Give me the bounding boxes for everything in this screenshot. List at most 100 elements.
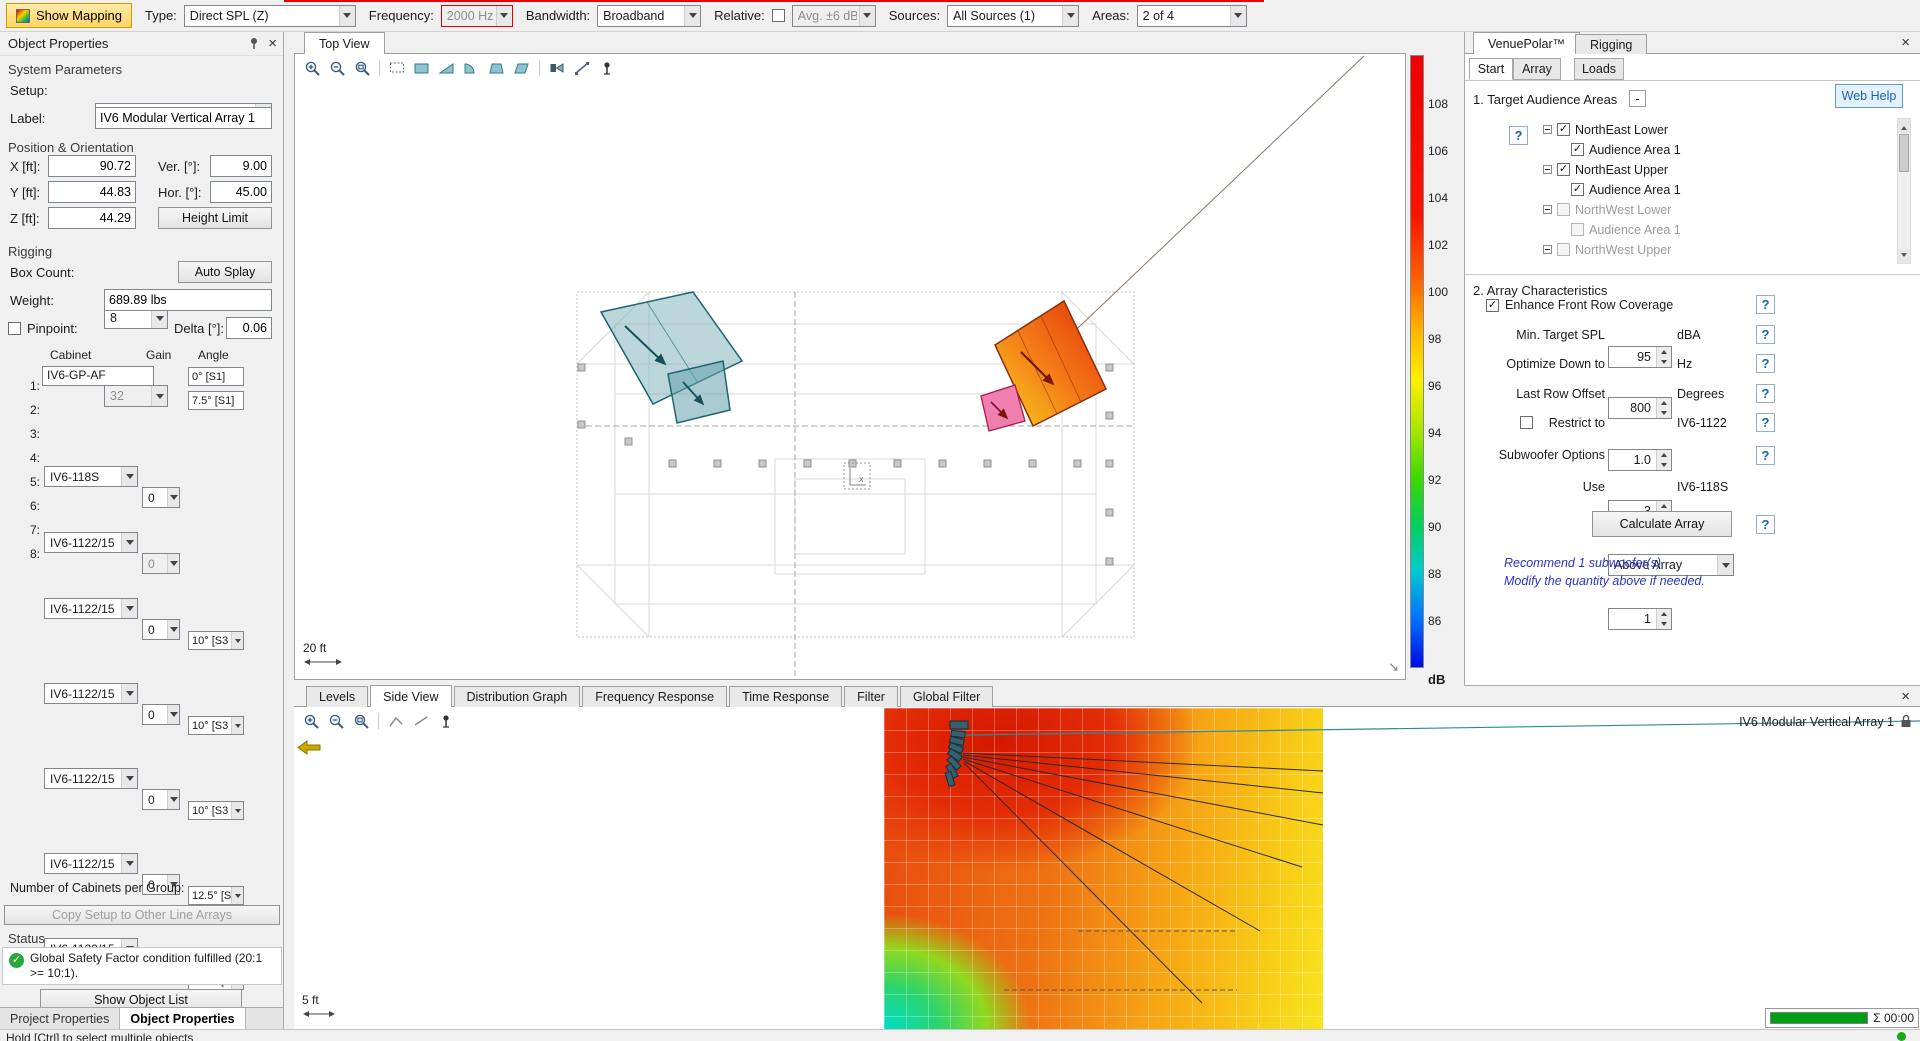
label-input[interactable]: [95, 107, 272, 129]
spin-up-icon[interactable]: [1657, 347, 1671, 357]
height-limit-button[interactable]: Height Limit: [158, 207, 272, 229]
chevron-down-icon[interactable]: [1717, 555, 1733, 575]
tab-object-properties[interactable]: Object Properties: [120, 1008, 245, 1029]
line-tool-icon[interactable]: [410, 711, 432, 731]
tab-frequency-response[interactable]: Frequency Response: [582, 686, 727, 707]
relative-checkbox[interactable]: [772, 9, 785, 22]
tree-item-northwest-upper[interactable]: NorthWest Upper: [1543, 241, 1671, 258]
tree-checkbox[interactable]: [1571, 183, 1584, 196]
frequency-combo[interactable]: 2000 Hz: [441, 5, 513, 27]
help-button[interactable]: ?: [1756, 325, 1775, 344]
hor-input[interactable]: [210, 181, 272, 203]
tab-distribution-graph[interactable]: Distribution Graph: [454, 686, 581, 707]
chevron-down-icon[interactable]: [496, 6, 512, 26]
tab-top-view[interactable]: Top View: [304, 32, 385, 54]
chevron-down-icon[interactable]: [231, 802, 243, 819]
tree-checkbox[interactable]: [1557, 203, 1570, 216]
tab-time-response[interactable]: Time Response: [729, 686, 842, 707]
copy-setup-button[interactable]: Copy Setup to Other Line Arrays: [4, 905, 280, 925]
gain-combo[interactable]: 0: [142, 619, 180, 640]
selection-rect-icon[interactable]: [386, 58, 408, 78]
chevron-down-icon[interactable]: [684, 6, 700, 26]
delta-input[interactable]: [226, 317, 272, 339]
tree-item-northeast-lower[interactable]: NorthEast Lower: [1543, 121, 1668, 138]
close-icon[interactable]: ×: [268, 36, 277, 51]
spin-down-icon[interactable]: [1657, 460, 1671, 470]
angle-combo[interactable]: 10° [S3: [188, 801, 244, 820]
add-trapezoid-area-icon[interactable]: [486, 58, 508, 78]
enhance-checkbox[interactable]: [1486, 299, 1499, 312]
cabinet-combo[interactable]: IV6-1122/15: [44, 532, 138, 553]
tree-item-northeast-upper[interactable]: NorthEast Upper: [1543, 161, 1668, 178]
chevron-down-icon[interactable]: [151, 386, 167, 406]
array-coverage-shape[interactable]: [981, 301, 1106, 431]
subtab-start[interactable]: Start: [1469, 58, 1513, 80]
angle-field[interactable]: 0° [S1]: [188, 367, 244, 386]
scrollbar-thumb[interactable]: [1899, 134, 1909, 172]
chevron-down-icon[interactable]: [121, 467, 137, 486]
collapse-button[interactable]: -: [1629, 90, 1646, 107]
scroll-up-icon[interactable]: [1898, 119, 1910, 133]
add-rect-area-icon[interactable]: [411, 58, 433, 78]
tab-project-properties[interactable]: Project Properties: [0, 1008, 120, 1029]
use-spinner[interactable]: 1: [1608, 608, 1672, 630]
tree-item-audience-area[interactable]: Audience Area 1: [1571, 221, 1681, 238]
zoom-in-icon[interactable]: [300, 711, 322, 731]
optimize-spinner[interactable]: 800: [1608, 397, 1672, 419]
tree-expander-icon[interactable]: [1543, 245, 1552, 254]
tree-item-audience-area[interactable]: Audience Area 1: [1571, 181, 1681, 198]
spin-up-icon[interactable]: [1657, 501, 1671, 511]
add-parallelogram-area-icon[interactable]: [511, 58, 533, 78]
tree-expander-icon[interactable]: [1543, 165, 1552, 174]
cabinet-frame-field[interactable]: IV6-GP-AF: [42, 366, 154, 386]
chevron-down-icon[interactable]: [167, 554, 179, 573]
tree-expander-icon[interactable]: [1543, 125, 1552, 134]
angle-combo[interactable]: 10° [S3: [188, 631, 244, 650]
min-spl-spinner[interactable]: 95: [1608, 346, 1672, 368]
zoom-in-icon[interactable]: [301, 58, 323, 78]
add-microphone-icon[interactable]: [596, 58, 618, 78]
pinpoint-checkbox[interactable]: [8, 322, 21, 335]
chevron-down-icon[interactable]: [167, 488, 179, 507]
calculate-array-button[interactable]: Calculate Array: [1592, 511, 1732, 537]
chevron-down-icon[interactable]: [121, 854, 137, 873]
z-input[interactable]: [48, 207, 136, 229]
chevron-down-icon[interactable]: [121, 769, 137, 788]
zoom-fit-icon[interactable]: [350, 711, 372, 731]
chevron-down-icon[interactable]: [121, 684, 137, 703]
tree-checkbox[interactable]: [1557, 123, 1570, 136]
line-array-cabinets[interactable]: [945, 721, 968, 787]
chevron-down-icon[interactable]: [167, 705, 179, 724]
web-help-button[interactable]: Web Help: [1835, 84, 1903, 108]
chevron-down-icon[interactable]: [1062, 6, 1078, 26]
zoom-out-icon[interactable]: [326, 58, 348, 78]
spin-down-icon[interactable]: [1657, 619, 1671, 629]
add-arc-area-icon[interactable]: [461, 58, 483, 78]
relative-combo[interactable]: Avg. ±6 dB: [792, 5, 876, 27]
sources-combo[interactable]: All Sources (1): [947, 5, 1079, 27]
tree-scrollbar[interactable]: [1897, 118, 1911, 264]
add-microphone-icon[interactable]: [435, 711, 457, 731]
gain-combo[interactable]: 0: [142, 553, 180, 574]
type-combo[interactable]: Direct SPL (Z): [184, 5, 356, 27]
spin-up-icon[interactable]: [1657, 609, 1671, 619]
chevron-down-icon[interactable]: [339, 6, 355, 26]
chevron-down-icon[interactable]: [167, 620, 179, 639]
tree-item-northwest-lower[interactable]: NorthWest Lower: [1543, 201, 1671, 218]
spin-down-icon[interactable]: [1657, 408, 1671, 418]
chevron-down-icon[interactable]: [121, 599, 137, 618]
y-input[interactable]: [48, 181, 136, 203]
tree-checkbox[interactable]: [1571, 143, 1584, 156]
tree-checkbox[interactable]: [1557, 163, 1570, 176]
tree-item-audience-area[interactable]: Audience Area 1: [1571, 141, 1681, 158]
help-button[interactable]: ?: [1756, 354, 1775, 373]
cabinet-combo[interactable]: IV6-1122/15: [44, 768, 138, 789]
show-mapping-button[interactable]: Show Mapping: [6, 3, 132, 28]
chevron-down-icon[interactable]: [231, 717, 243, 734]
tab-levels[interactable]: Levels: [306, 686, 368, 707]
auto-splay-button[interactable]: Auto Splay: [178, 261, 272, 283]
angle-field[interactable]: 7.5° [S1]: [188, 391, 244, 410]
help-button[interactable]: ?: [1756, 515, 1775, 534]
subtab-array[interactable]: Array: [1513, 58, 1561, 80]
tab-global-filter[interactable]: Global Filter: [900, 686, 993, 707]
